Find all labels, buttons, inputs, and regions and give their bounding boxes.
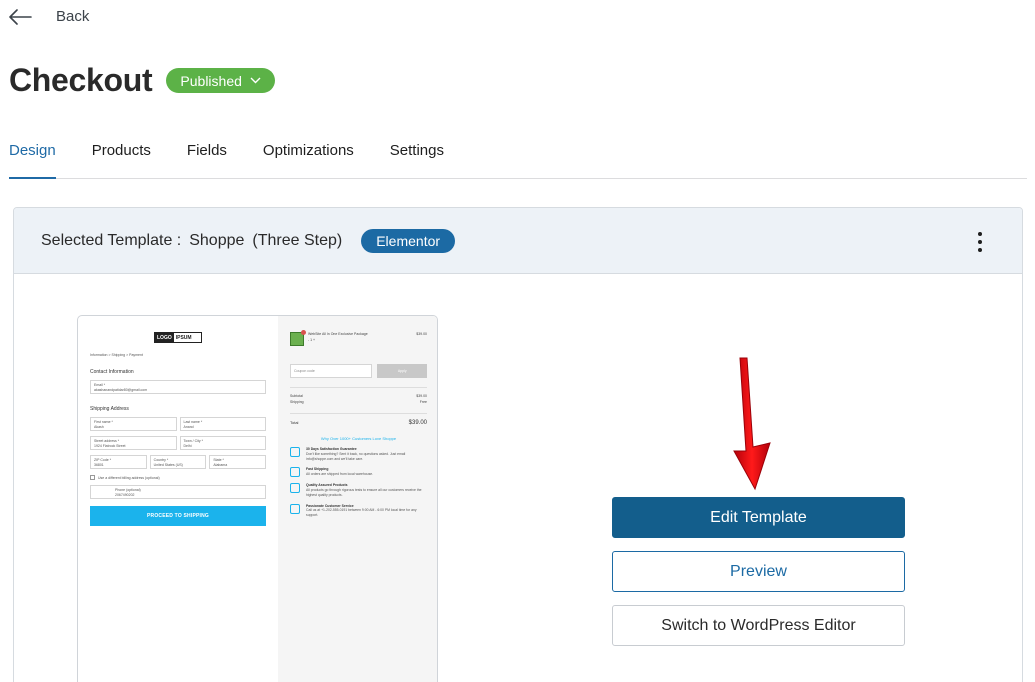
guarantee-icon — [290, 447, 300, 457]
thumbnail-billing-checkbox: Use a different billing address (optiona… — [90, 475, 266, 480]
thumbnail-city: Town / City * Delhi — [179, 436, 266, 450]
thumbnail-address-row: Street address * 1924 Flatrock Street Tow… — [90, 431, 266, 450]
support-icon — [290, 503, 300, 514]
thumbnail-why-heading: Why Over 1000+ Customers Love Shoppe — [320, 436, 397, 441]
thumbnail-proceed-button: PROCEED TO SHIPPING — [90, 506, 266, 526]
thumbnail-coupon-row: Coupon code Apply — [290, 364, 427, 378]
builder-badge: Elementor — [361, 228, 456, 253]
tab-fields[interactable]: Fields — [187, 140, 227, 179]
thumbnail-state: State * Alabama — [209, 455, 267, 469]
truck-icon — [290, 467, 300, 478]
preview-button[interactable]: Preview — [612, 551, 905, 592]
thumbnail-form-column: LOGO IPSUM Information > Shipping > Paym… — [78, 316, 278, 682]
status-label: Published — [180, 72, 242, 89]
thumbnail-feature: Quality Assured Products All products go … — [290, 483, 427, 497]
switch-editor-button[interactable]: Switch to WordPress Editor — [612, 605, 905, 646]
tab-settings[interactable]: Settings — [390, 140, 444, 179]
thumbnail-feature: 30 Days Satisfaction Guarantee Don't like… — [290, 447, 427, 461]
thumbnail-street: Street address * 1924 Flatrock Street — [90, 436, 177, 450]
thumbnail-zip: ZIP Code * 36801 — [90, 455, 147, 469]
page-title: Checkout — [9, 62, 153, 98]
template-variant: (Three Step) — [252, 231, 343, 249]
product-image-icon — [290, 330, 306, 346]
template-thumbnail[interactable]: LOGO IPSUM Information > Shipping > Paym… — [77, 315, 438, 682]
thumbnail-phone-field: Phone (optional) 2067490202 — [90, 485, 266, 499]
thumbnail-breadcrumb: Information > Shipping > Payment — [90, 353, 143, 357]
selected-template-label: Selected Template : — [41, 231, 182, 249]
thumbnail-name-row: First name * Akash Last name * Anand — [90, 412, 266, 431]
title-row: Checkout Published — [9, 62, 275, 99]
template-name: Shoppe — [189, 231, 245, 249]
thumbnail-region-row: ZIP Code * 36801 Country * United States (… — [90, 450, 267, 469]
more-options-icon[interactable] — [975, 232, 985, 252]
back-label: Back — [56, 8, 90, 25]
quality-icon — [290, 483, 300, 494]
back-link[interactable]: Back — [8, 8, 89, 25]
tab-optimizations[interactable]: Optimizations — [263, 140, 354, 179]
tab-bar: Design Products Fields Optimizations Set… — [9, 140, 1027, 179]
thumbnail-contact-heading: Contact Information — [90, 369, 134, 375]
thumbnail-country: Country * United States (US) — [149, 455, 207, 469]
logo: LOGO IPSUM — [154, 332, 202, 343]
template-card-header: Selected Template : Shoppe (Three Step) … — [14, 208, 1022, 274]
thumbnail-summary-column: WebSite All In One Exclusive Package - 1… — [278, 316, 437, 682]
thumbnail-feature: Passionate Customer Service Call us at +1… — [290, 503, 427, 518]
annotation-arrow-icon — [733, 357, 771, 491]
thumbnail-email-field: Email * akashanandpatidar80@gmail.com — [90, 380, 266, 394]
thumbnail-total: Total $39.00 — [290, 420, 427, 426]
template-card: Selected Template : Shoppe (Three Step) … — [13, 207, 1023, 682]
thumbnail-last-name: Last name * Anand — [179, 417, 266, 431]
thumbnail-subtotal: Subtotal $39.00 — [290, 394, 427, 398]
status-dropdown[interactable]: Published — [166, 68, 275, 93]
tab-design[interactable]: Design — [9, 140, 56, 179]
thumbnail-product: WebSite All In One Exclusive Package - 1… — [290, 330, 427, 346]
arrow-left-icon — [9, 8, 32, 25]
thumbnail-shipping: Shipping Free — [290, 400, 427, 404]
thumbnail-first-name: First name * Akash — [90, 417, 177, 431]
chevron-down-icon — [250, 77, 261, 84]
edit-template-button[interactable]: Edit Template — [612, 497, 905, 538]
tab-products[interactable]: Products — [92, 140, 151, 179]
thumbnail-feature: Fast Shipping All orders are shipped from… — [290, 467, 427, 478]
